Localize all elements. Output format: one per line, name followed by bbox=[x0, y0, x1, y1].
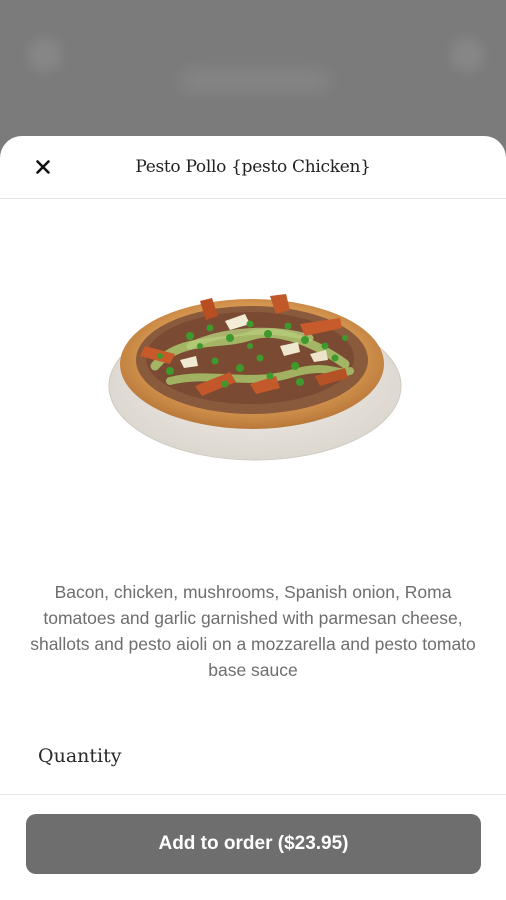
screen: Pesto Pollo {pesto Chicken} Bacon, chick… bbox=[0, 0, 506, 900]
background-icon-left bbox=[28, 38, 62, 72]
pizza-icon bbox=[108, 294, 402, 461]
pizza-image bbox=[100, 276, 410, 476]
modal-header: Pesto Pollo {pesto Chicken} bbox=[0, 136, 506, 199]
background-icon-right bbox=[450, 38, 484, 72]
modal-title: Pesto Pollo {pesto Chicken} bbox=[135, 157, 371, 177]
product-modal: Pesto Pollo {pesto Chicken} Bacon, chick… bbox=[0, 136, 506, 900]
background-title bbox=[180, 70, 330, 92]
add-to-order-button[interactable]: Add to order ($23.95) bbox=[26, 814, 481, 874]
product-description: Bacon, chicken, mushrooms, Spanish onion… bbox=[30, 582, 476, 680]
quantity-label: Quantity bbox=[38, 745, 122, 767]
footer-divider bbox=[0, 794, 506, 795]
